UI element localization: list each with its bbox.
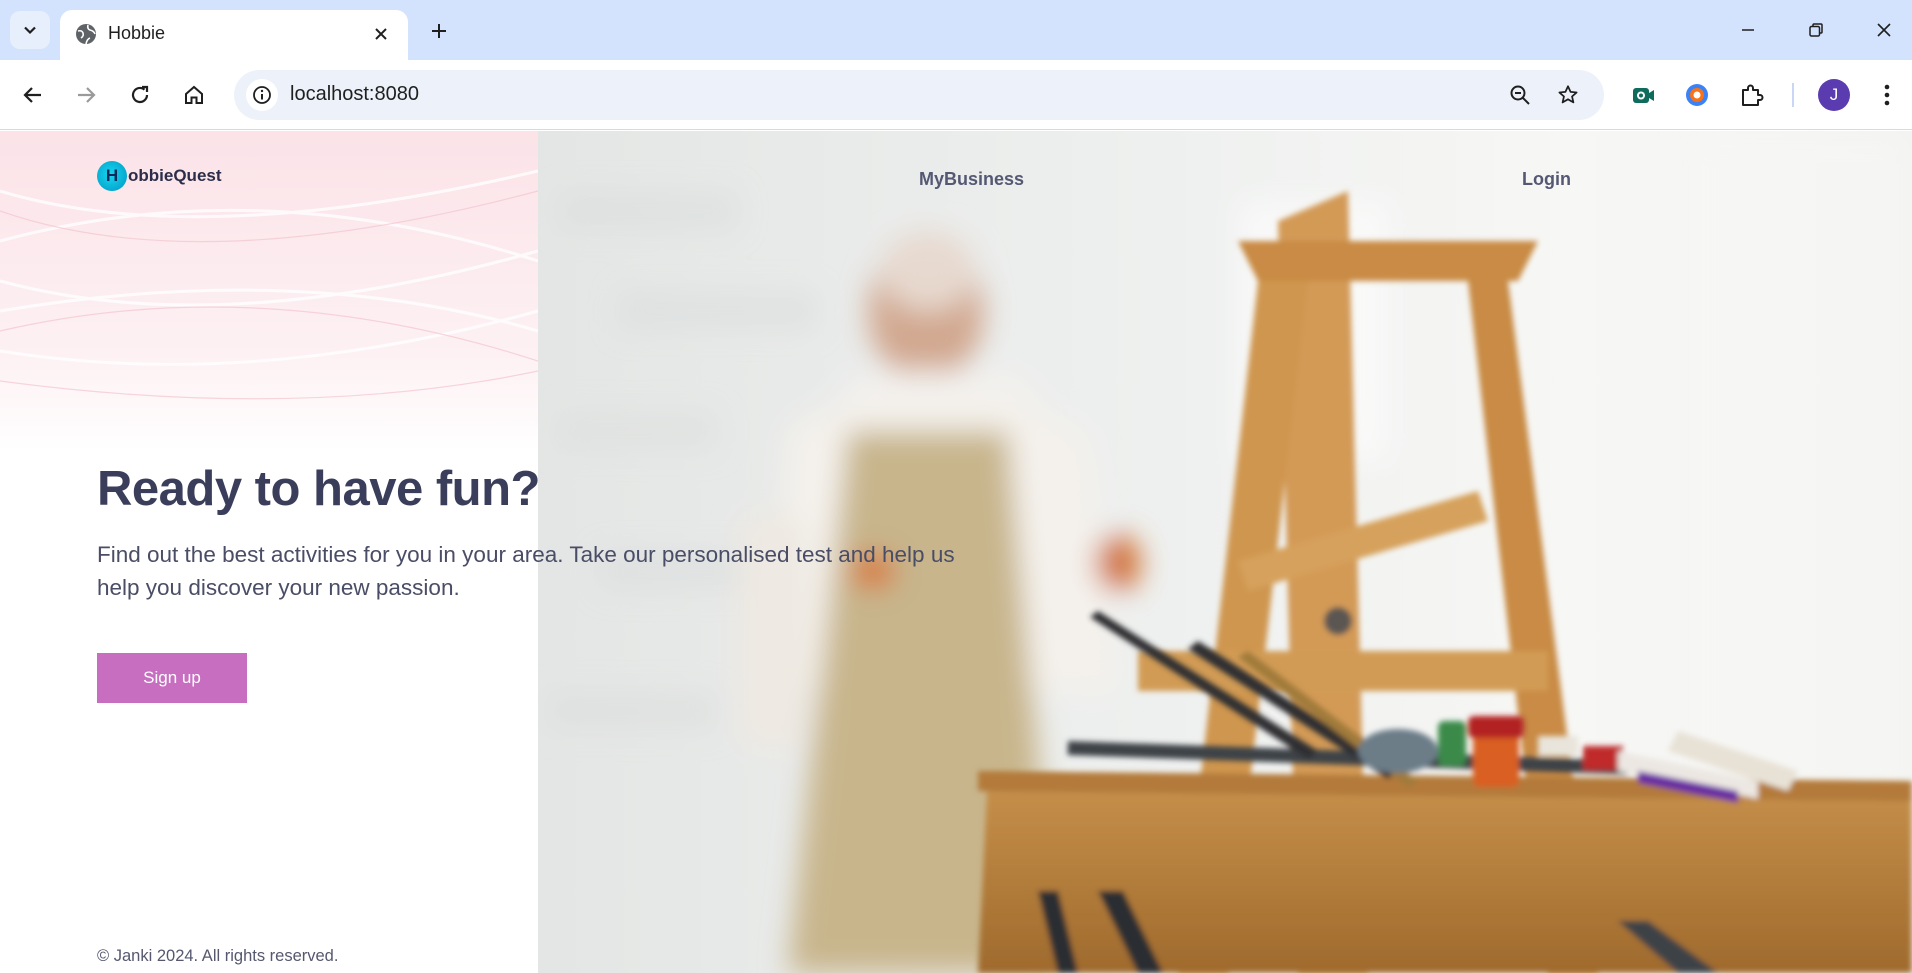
hero-subtext: Find out the best activities for you in … [97, 542, 955, 600]
tab-title: Hobbie [108, 23, 166, 43]
nav-login-link[interactable]: Login [1522, 169, 1571, 190]
logo-text: obbieQuest [128, 166, 222, 185]
extension-puzzle-icon [1742, 84, 1764, 106]
profile-avatar[interactable]: J [1818, 79, 1850, 111]
reload-icon [131, 85, 149, 104]
circle-extension-icon [1686, 84, 1708, 106]
info-icon [253, 86, 271, 104]
extensions-menu-button[interactable] [1733, 76, 1771, 114]
footer-copyright: © Janki 2024. All rights reserved. [97, 947, 339, 965]
menu-dots-icon [1884, 84, 1890, 106]
close-window-button[interactable] [1864, 12, 1904, 48]
toolbar-separator [1792, 83, 1794, 107]
forward-button[interactable] [66, 75, 106, 115]
minimize-button[interactable] [1728, 12, 1768, 48]
restore-button[interactable] [1796, 12, 1836, 48]
tab-list-button[interactable] [10, 11, 50, 49]
url-text[interactable]: localhost:8080 [290, 83, 419, 106]
signup-button[interactable]: Sign up [97, 653, 247, 703]
camera-extension-icon [1633, 88, 1654, 103]
close-icon [1877, 23, 1891, 37]
address-bar[interactable]: localhost:8080 [234, 70, 1604, 120]
site-info-button[interactable] [246, 79, 278, 111]
extension-button-1[interactable] [1624, 76, 1662, 114]
web-page: H obbieQuest MyBusiness Login Ready to h… [0, 131, 1912, 973]
star-icon [1558, 85, 1578, 104]
logo-mark: H [97, 161, 127, 191]
home-icon [185, 85, 203, 104]
plus-icon [432, 24, 446, 38]
close-icon [375, 28, 387, 40]
extension-button-2[interactable] [1678, 76, 1716, 114]
home-button[interactable] [174, 75, 214, 115]
back-icon [23, 87, 41, 103]
zoom-icon [1510, 85, 1530, 105]
browser-menu-button[interactable] [1868, 76, 1906, 114]
minimize-icon [1742, 29, 1754, 31]
globe-icon [76, 24, 96, 45]
wave-decoration [0, 131, 538, 451]
tab-close-button[interactable] [368, 21, 394, 47]
site-logo[interactable]: H obbieQuest [97, 161, 222, 191]
chevron-down-icon [24, 26, 36, 35]
new-tab-button[interactable] [422, 14, 456, 48]
forward-icon [78, 87, 96, 103]
restore-icon [1809, 23, 1823, 37]
bookmark-button[interactable] [1552, 79, 1584, 111]
browser-tab[interactable]: Hobbie [60, 10, 408, 60]
reload-button[interactable] [120, 75, 160, 115]
nav-mybusiness-link[interactable]: MyBusiness [919, 169, 1024, 190]
back-button[interactable] [13, 75, 53, 115]
zoom-button[interactable] [1504, 79, 1536, 111]
tab-strip: Hobbie [0, 0, 1912, 60]
hero-headline: Ready to have fun? [97, 462, 540, 516]
browser-toolbar: localhost:8080 [0, 60, 1912, 130]
